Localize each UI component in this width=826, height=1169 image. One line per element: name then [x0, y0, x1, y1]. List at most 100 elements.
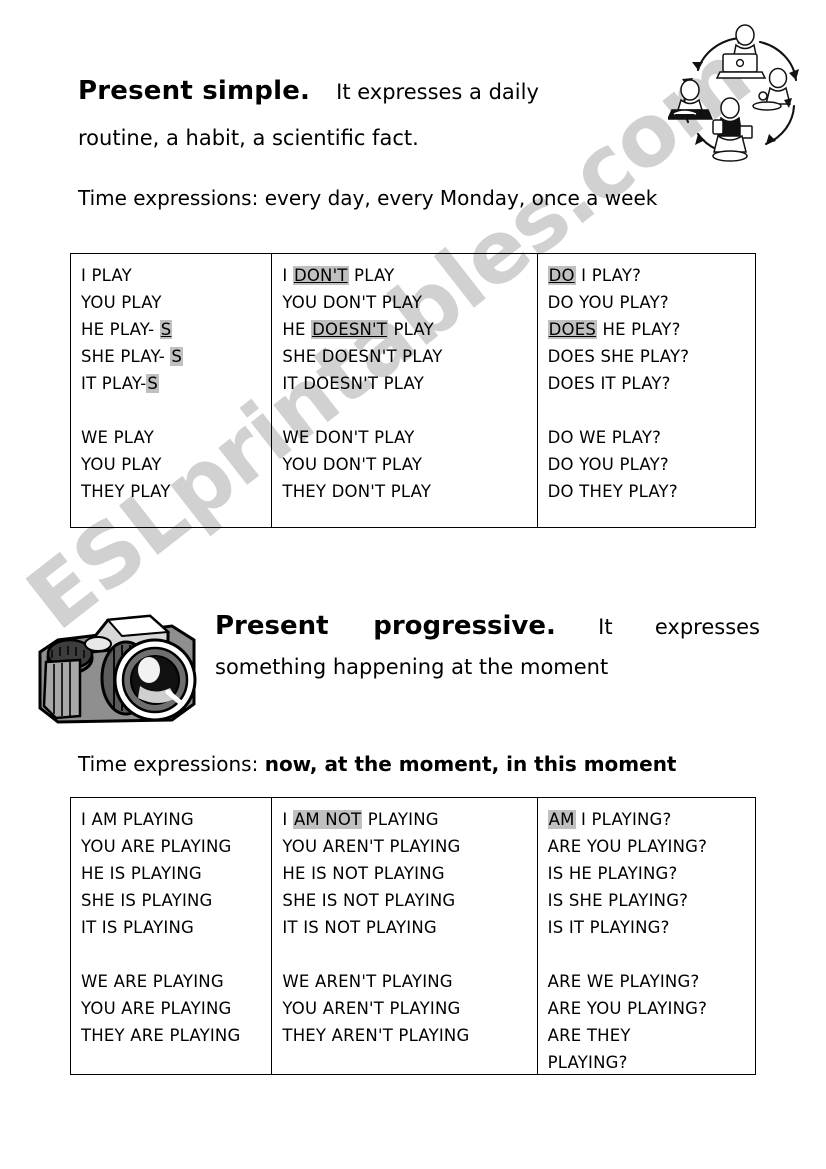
present-simple-affirmative-row: SHE PLAY- S	[81, 343, 271, 370]
present-progressive-negative-row: SHE IS NOT PLAYING	[282, 887, 536, 914]
present-simple-negative-row: YOU DON'T PLAY	[282, 289, 536, 316]
conj-text: WE PLAY	[81, 428, 154, 447]
conj-text: SHE PLAY-	[81, 347, 171, 366]
conj-text: I PLAYING?	[575, 810, 672, 829]
present-simple-time-label: Time expressions:	[78, 186, 259, 210]
present-progressive-time-values: now, at the moment, in this moment	[264, 752, 677, 776]
conj-highlight: S	[170, 347, 184, 366]
conj-text: YOU DON'T PLAY	[282, 293, 423, 312]
conj-text: HE PLAY?	[597, 320, 681, 339]
present-progressive-title: Present progressive.	[215, 611, 556, 641]
present-progressive-interrogative-row: ARE WE PLAYING?	[548, 968, 755, 995]
present-simple-time-expressions: Time expressions: every day, every Monda…	[78, 186, 657, 210]
present-progressive-negative-row: IT IS NOT PLAYING	[282, 914, 536, 941]
conj-text: IS IT PLAYING?	[547, 918, 670, 937]
present-progressive-time-label: Time expressions:	[78, 752, 265, 776]
conj-text: ARE THEY	[547, 1026, 631, 1045]
conj-text: PLAYING	[362, 810, 439, 829]
conj-highlight: DOES	[547, 320, 598, 339]
present-progressive-negative-row: I AM NOT PLAYING	[282, 806, 536, 833]
conj-text: I PLAY	[81, 266, 132, 285]
conj-highlight: AM NOT	[292, 810, 363, 829]
present-simple-affirmative-row: HE PLAY- S	[81, 316, 271, 343]
present-simple-interrogative-row: DOES HE PLAY?	[547, 316, 755, 343]
conj-text: HE IS PLAYING	[81, 864, 202, 883]
present-simple-description-part1: It expresses a daily	[336, 80, 539, 104]
present-progressive-affirmative-row: YOU ARE PLAYING	[81, 995, 271, 1022]
present-progressive-time-expressions: Time expressions: now, at the moment, in…	[78, 752, 677, 776]
present-progressive-affirmative-row: HE IS PLAYING	[81, 860, 271, 887]
conj-text: DO THEY PLAY?	[547, 482, 678, 501]
present-simple-negative-row: IT DOESN'T PLAY	[282, 370, 536, 397]
present-progressive-negative-row: YOU AREN'T PLAYING	[282, 995, 536, 1022]
conj-text: YOU DON'T PLAY	[282, 455, 423, 474]
present-progressive-negative-row: YOU AREN'T PLAYING	[282, 833, 536, 860]
present-simple-affirmative-column: I PLAY YOU PLAY HE PLAY- S SHE PLAY- S IT PL…	[71, 254, 273, 527]
conj-text: WE DON'T PLAY	[282, 428, 415, 447]
present-simple-affirmative-spacer	[81, 397, 271, 424]
worksheet-page: ESLprintables.com Present simple. It expr…	[0, 0, 826, 1169]
present-simple-affirmative-row: I PLAY	[81, 262, 271, 289]
conj-text: ARE YOU PLAYING?	[547, 999, 708, 1018]
conj-text: DOES IT PLAY?	[547, 374, 671, 393]
conj-text: IT IS PLAYING	[81, 918, 194, 937]
conj-text: YOU PLAY	[81, 455, 162, 474]
conj-text: THEY AREN'T PLAYING	[282, 1026, 470, 1045]
conj-text: I	[282, 266, 293, 285]
present-simple-negative-row: YOU DON'T PLAY	[282, 451, 536, 478]
present-progressive-negative-column: I AM NOT PLAYING YOU AREN'T PLAYING HE IS …	[272, 798, 538, 1074]
present-simple-negative-spacer	[282, 397, 536, 424]
present-progressive-interrogative-column: AM I PLAYING? ARE YOU PLAYING? IS HE PLAYI…	[538, 798, 755, 1074]
conj-text: THEY PLAY	[81, 482, 171, 501]
present-progressive-paragraph: Present progressive. It expresses someth…	[215, 606, 760, 687]
present-simple-affirmative-row: WE PLAY	[81, 424, 271, 451]
conj-text: PLAY	[348, 266, 395, 285]
present-progressive-interrogative-row: IS SHE PLAYING?	[548, 887, 755, 914]
present-progressive-affirmative-row: THEY ARE PLAYING	[81, 1022, 271, 1049]
present-simple-negative-column: I DON'T PLAY YOU DON'T PLAY HE DOESN'T PLA…	[272, 254, 538, 527]
present-simple-table: I PLAY YOU PLAY HE PLAY- S SHE PLAY- S IT PL…	[70, 253, 756, 528]
present-simple-affirmative-row: YOU PLAY	[81, 451, 271, 478]
present-progressive-negative-row: HE IS NOT PLAYING	[282, 860, 536, 887]
present-simple-affirmative-row: THEY PLAY	[81, 478, 271, 505]
conj-text: HE PLAY-	[81, 320, 160, 339]
present-progressive-table: I AM PLAYING YOU ARE PLAYING HE IS PLAYING…	[70, 797, 756, 1075]
present-simple-description-part2: routine, a habit, a scientific fact.	[78, 126, 419, 150]
present-progressive-affirmative-row: I AM PLAYING	[81, 806, 271, 833]
conj-text: DO WE PLAY?	[547, 428, 662, 447]
conj-text: YOU AREN'T PLAYING	[282, 999, 461, 1018]
present-simple-negative-row: SHE DOESN'T PLAY	[282, 343, 536, 370]
present-simple-time-values: every day, every Monday, once a week	[258, 186, 658, 210]
present-progressive-interrogative-row: IS HE PLAYING?	[548, 860, 755, 887]
present-progressive-affirmative-row: SHE IS PLAYING	[81, 887, 271, 914]
present-simple-affirmative-row: YOU PLAY	[81, 289, 271, 316]
present-simple-interrogative-column: DO I PLAY? DO YOU PLAY? DOES HE PLAY? DOES …	[538, 254, 755, 527]
conj-text: YOU ARE PLAYING	[81, 837, 232, 856]
present-progressive-interrogative-spacer	[548, 941, 755, 968]
conj-text: YOU PLAY	[81, 293, 162, 312]
conj-highlight: DOESN'T	[311, 320, 389, 339]
present-progressive-interrogative-row: IS IT PLAYING?	[548, 914, 755, 941]
conj-highlight: S	[159, 320, 173, 339]
present-simple-title-line: Present simple. It expresses a daily	[78, 68, 678, 115]
conj-text: YOU AREN'T PLAYING	[282, 837, 461, 856]
conj-text: IT PLAY-	[81, 374, 147, 393]
present-progressive-affirmative-row: IT IS PLAYING	[81, 914, 271, 941]
present-simple-interrogative-row: DO THEY PLAY?	[548, 478, 755, 505]
conj-text: HE IS NOT PLAYING	[282, 864, 445, 883]
present-simple-interrogative-row: DO I PLAY?	[547, 262, 755, 289]
conj-text: I	[282, 810, 293, 829]
daily-routine-cycle-icon	[666, 18, 813, 168]
conj-text: HE	[282, 320, 312, 339]
conj-text: IT IS NOT PLAYING	[282, 918, 437, 937]
conj-text: SHE DOESN'T PLAY	[282, 347, 443, 366]
conj-text: THEY ARE PLAYING	[81, 1026, 241, 1045]
conj-highlight: DON'T	[292, 266, 349, 285]
camera-icon	[22, 600, 212, 742]
present-progressive-negative-row: THEY AREN'T PLAYING	[282, 1022, 536, 1049]
present-progressive-affirmative-column: I AM PLAYING YOU ARE PLAYING HE IS PLAYING…	[71, 798, 273, 1074]
conj-text: IT DOESN'T PLAY	[282, 374, 425, 393]
present-simple-interrogative-row: DO YOU PLAY?	[548, 289, 755, 316]
present-simple-negative-row: WE DON'T PLAY	[282, 424, 536, 451]
present-progressive-interrogative-row: AM I PLAYING?	[547, 806, 755, 833]
